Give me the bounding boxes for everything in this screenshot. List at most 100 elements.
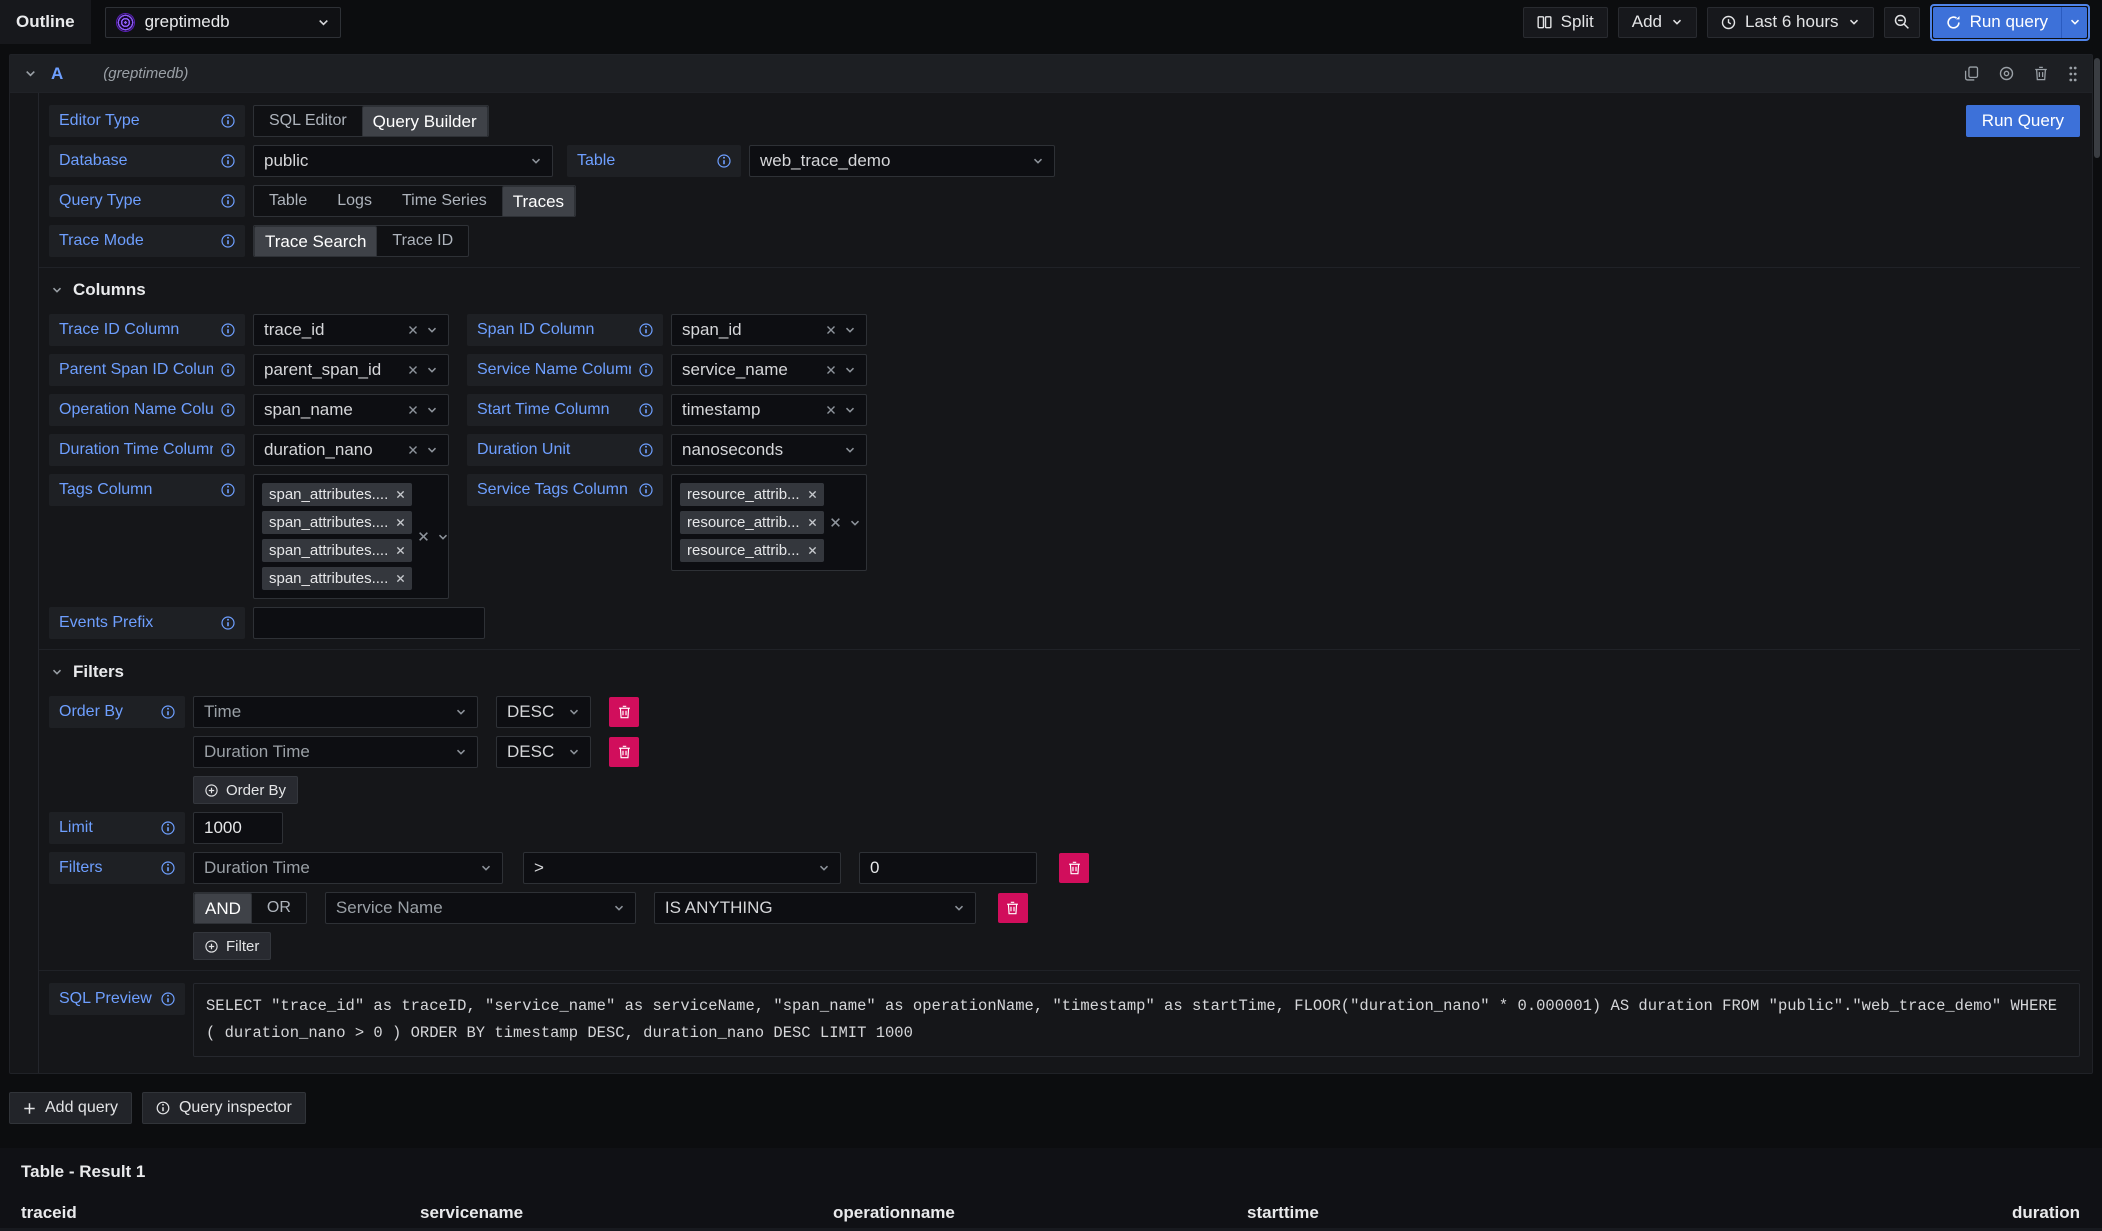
filter-field-select[interactable]: Duration Time: [193, 852, 503, 884]
filter-operator-select[interactable]: IS ANYTHING: [654, 892, 976, 924]
section-divider: [39, 970, 2080, 971]
clear-icon[interactable]: [408, 325, 418, 335]
chevron-down-icon: [455, 706, 467, 718]
remove-filter-button[interactable]: [1059, 853, 1089, 883]
trace-mode-option-search[interactable]: Trace Search: [254, 226, 377, 257]
order-by-field-select[interactable]: Duration Time: [193, 736, 478, 768]
delete-query-icon[interactable]: [2034, 66, 2048, 81]
add-query-button[interactable]: Add query: [9, 1092, 132, 1124]
table-select[interactable]: web_trace_demo: [749, 145, 1055, 177]
section-divider: [39, 267, 2080, 268]
chevron-down-icon: [1671, 16, 1683, 28]
query-type-option-logs[interactable]: Logs: [322, 186, 387, 216]
query-inspector-button[interactable]: Query inspector: [142, 1092, 306, 1124]
results-section: Table - Result 1 traceid servicename ope…: [0, 1148, 2102, 1231]
remove-chip-icon[interactable]: [808, 518, 817, 527]
duplicate-query-icon[interactable]: [1964, 66, 1979, 81]
or-option[interactable]: OR: [252, 893, 306, 923]
span-id-column-select[interactable]: span_id: [671, 314, 867, 346]
events-prefix-input[interactable]: [253, 607, 485, 639]
remove-order-by-button[interactable]: [609, 697, 639, 727]
query-editor-panel: A (greptimedb) Editor Type SQL: [9, 54, 2093, 1074]
run-query-label: Run query: [1970, 12, 2048, 32]
query-row-header[interactable]: A (greptimedb): [10, 55, 2092, 93]
clear-icon[interactable]: [408, 365, 418, 375]
query-type-row: Query Type Table Logs Time Series Traces: [49, 185, 2080, 217]
clear-icon[interactable]: [826, 365, 836, 375]
remove-chip-icon[interactable]: [396, 546, 405, 555]
filter-operator-select[interactable]: >: [523, 852, 841, 884]
remove-chip-icon[interactable]: [808, 546, 817, 555]
duration-unit-select[interactable]: nanoseconds: [671, 434, 867, 466]
run-query-button[interactable]: Run query: [1933, 7, 2061, 38]
clear-all-icon[interactable]: [830, 517, 841, 528]
results-table-header: traceid servicename operationname startt…: [0, 1198, 2102, 1228]
hide-response-icon[interactable]: [1999, 66, 2014, 81]
chevron-down-icon: [844, 404, 856, 416]
query-type-option-time-series[interactable]: Time Series: [387, 186, 502, 216]
trace-mode-option-trace-id[interactable]: Trace ID: [377, 226, 468, 256]
parent-span-id-column-select[interactable]: parent_span_id: [253, 354, 449, 386]
tags-column-multiselect[interactable]: span_attributes.... span_attributes.... …: [253, 474, 449, 599]
clear-icon[interactable]: [826, 325, 836, 335]
order-by-row-1: Order By Time DESC: [49, 696, 2080, 728]
filters-section-header[interactable]: Filters: [51, 662, 2080, 682]
add-filter-button[interactable]: Filter: [193, 932, 271, 960]
chevron-down-icon: [426, 404, 438, 416]
columns-section-header[interactable]: Columns: [51, 280, 2080, 300]
clear-icon[interactable]: [826, 405, 836, 415]
service-name-column-select[interactable]: service_name: [671, 354, 867, 386]
outline-button[interactable]: Outline: [0, 0, 91, 44]
duration-time-column-select[interactable]: duration_nano: [253, 434, 449, 466]
remove-filter-button[interactable]: [998, 893, 1028, 923]
header-duration[interactable]: duration: [1654, 1203, 2102, 1223]
service-tags-column-multiselect[interactable]: resource_attrib... resource_attrib... re…: [671, 474, 867, 571]
filters-label: Filters: [49, 852, 185, 884]
remove-order-by-button[interactable]: [609, 737, 639, 767]
order-by-direction-select[interactable]: DESC: [496, 736, 591, 768]
query-type-option-traces[interactable]: Traces: [502, 186, 575, 217]
add-order-by-button[interactable]: Order By: [193, 776, 298, 804]
header-starttime[interactable]: starttime: [1247, 1203, 1654, 1223]
clear-icon[interactable]: [408, 445, 418, 455]
info-icon: [221, 483, 235, 497]
trace-id-column-select[interactable]: trace_id: [253, 314, 449, 346]
header-operationname[interactable]: operationname: [833, 1203, 1247, 1223]
and-option[interactable]: AND: [194, 893, 252, 924]
clear-icon[interactable]: [408, 405, 418, 415]
scrollbar-thumb[interactable]: [2094, 58, 2100, 158]
zoom-out-button[interactable]: [1884, 7, 1920, 38]
order-by-field-select[interactable]: Time: [193, 696, 478, 728]
info-icon: [639, 323, 653, 337]
order-by-direction-select[interactable]: DESC: [496, 696, 591, 728]
operation-name-column-select[interactable]: span_name: [253, 394, 449, 426]
filter-row-1: Filters Duration Time > 0: [49, 852, 2080, 884]
datasource-picker[interactable]: greptimedb: [105, 7, 341, 38]
editor-type-option-sql[interactable]: SQL Editor: [254, 106, 362, 136]
run-query-options-caret[interactable]: [2061, 7, 2087, 38]
query-type-option-table[interactable]: Table: [254, 186, 322, 216]
collapse-chevron-icon[interactable]: [24, 67, 37, 80]
start-time-column-select[interactable]: timestamp: [671, 394, 867, 426]
add-button[interactable]: Add: [1618, 7, 1697, 38]
remove-chip-icon[interactable]: [396, 490, 405, 499]
drag-handle-icon[interactable]: [2068, 66, 2078, 82]
editor-type-option-builder[interactable]: Query Builder: [362, 106, 488, 137]
clear-all-icon[interactable]: [418, 531, 429, 542]
split-button[interactable]: Split: [1523, 7, 1608, 38]
filter-field-select[interactable]: Service Name: [325, 892, 636, 924]
tag-chip: span_attributes....: [262, 539, 412, 562]
filter-value-input[interactable]: 0: [859, 852, 1037, 884]
header-servicename[interactable]: servicename: [420, 1203, 833, 1223]
remove-chip-icon[interactable]: [808, 490, 817, 499]
database-select[interactable]: public: [253, 145, 553, 177]
info-icon: [161, 992, 175, 1006]
time-range-picker[interactable]: Last 6 hours: [1707, 7, 1874, 38]
limit-input[interactable]: 1000: [193, 812, 283, 844]
info-icon: [221, 363, 235, 377]
header-traceid[interactable]: traceid: [0, 1203, 420, 1223]
time-range-label: Last 6 hours: [1745, 12, 1839, 32]
run-query-inline-button[interactable]: Run Query: [1966, 105, 2080, 137]
remove-chip-icon[interactable]: [396, 574, 405, 583]
remove-chip-icon[interactable]: [396, 518, 405, 527]
